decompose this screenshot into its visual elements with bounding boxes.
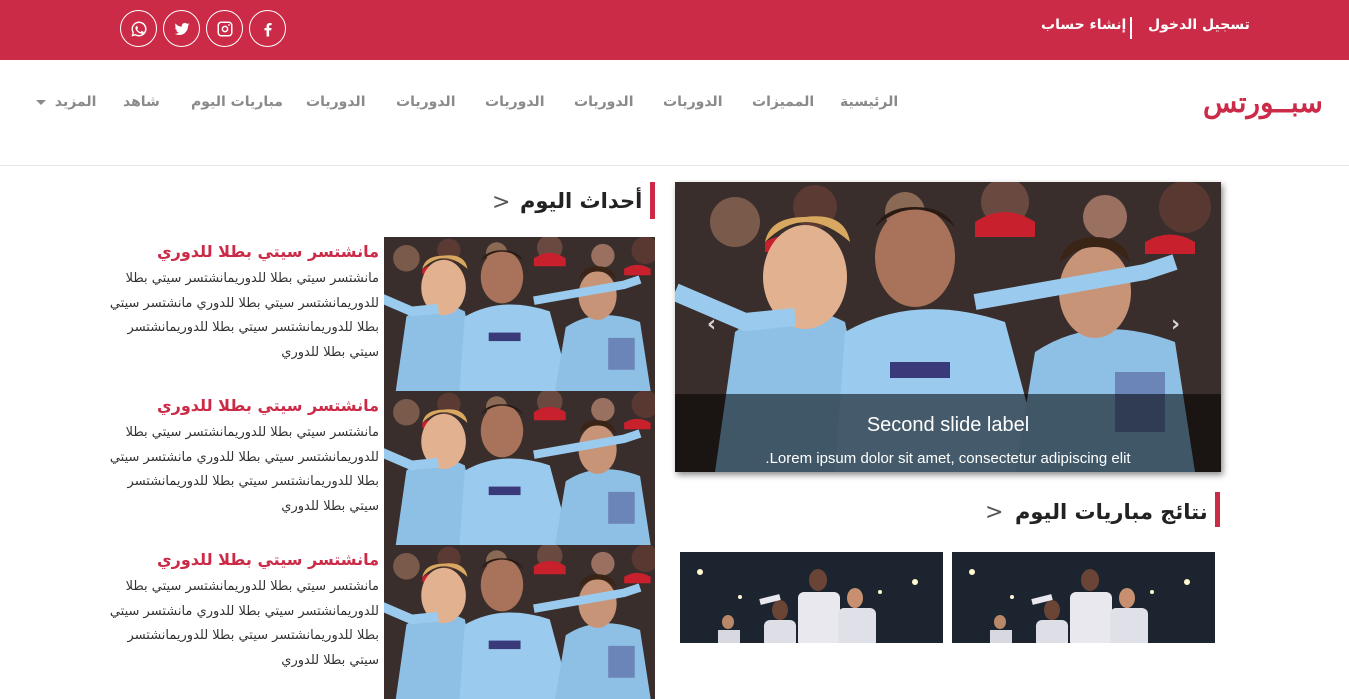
hero-carousel[interactable]: ‹ › Second slide label .Lorem ipsum dolo… <box>675 182 1221 472</box>
nav-item-leagues-1[interactable]: الدوريات <box>663 94 723 110</box>
nav-item-features[interactable]: المميزات <box>752 94 814 110</box>
nav-more-dropdown[interactable]: المزيد <box>36 94 96 110</box>
site-logo[interactable]: سبــورتس <box>1203 86 1323 119</box>
match-result-card[interactable] <box>952 552 1215 643</box>
nav-item-leagues-3[interactable]: الدوريات <box>485 94 545 110</box>
nav-item-leagues-2[interactable]: الدوريات <box>574 94 634 110</box>
nav-item-leagues-4[interactable]: الدوريات <box>396 94 456 110</box>
top-bar: تسجيل الدخول إنشاء حساب <box>0 0 1349 60</box>
match-result-card[interactable] <box>680 552 943 643</box>
section-accent-bar <box>1215 492 1220 527</box>
news-body: مانشتسر سيتي بطلا للدوريمانشتسر سيتي بطل… <box>109 271 379 360</box>
section-accent-bar <box>650 182 655 219</box>
facebook-icon[interactable] <box>249 10 286 47</box>
news-image[interactable] <box>384 237 655 391</box>
instagram-icon[interactable] <box>206 10 243 47</box>
today-events-chevron-icon[interactable]: > <box>492 190 510 215</box>
more-label: المزيد <box>54 94 97 110</box>
login-link[interactable]: تسجيل الدخول <box>1148 17 1250 33</box>
news-item[interactable]: مانشتسر سيتي بطلا للدوري مانشتسر سيتي بط… <box>110 237 655 391</box>
register-link[interactable]: إنشاء حساب <box>1041 17 1126 33</box>
main-navbar: سبــورتس الرئيسية المميزات الدوريات الدو… <box>0 60 1349 166</box>
carousel-caption-title: Second slide label <box>866 414 1030 436</box>
news-title[interactable]: مانشتسر سيتي بطلا للدوري <box>157 550 379 569</box>
news-item[interactable]: مانشتسر سيتي بطلا للدوري مانشتسر سيتي بط… <box>110 391 655 545</box>
news-image[interactable] <box>384 391 655 545</box>
carousel-next-icon[interactable]: › <box>1171 312 1180 337</box>
topbar-divider <box>1130 17 1132 39</box>
news-title[interactable]: مانشتسر سيتي بطلا للدوري <box>157 396 379 415</box>
whatsapp-icon[interactable] <box>120 10 157 47</box>
nav-item-today-matches[interactable]: مباريات اليوم <box>191 94 283 110</box>
nav-item-watch[interactable]: شاهد <box>123 94 160 110</box>
nav-item-leagues-5[interactable]: الدوريات <box>306 94 366 110</box>
match-results-chevron-icon[interactable]: > <box>985 500 1003 525</box>
carousel-prev-icon[interactable]: ‹ <box>707 312 716 337</box>
carousel-caption-text: .Lorem ipsum dolor sit amet, consectetur… <box>765 450 1131 467</box>
news-body: مانشتسر سيتي بطلا للدوريمانشتسر سيتي بطل… <box>109 579 379 668</box>
news-item[interactable]: مانشتسر سيتي بطلا للدوري مانشتسر سيتي بط… <box>110 545 655 699</box>
today-events-heading: أحداث اليوم <box>520 189 643 213</box>
chevron-down-icon <box>36 99 46 105</box>
news-title[interactable]: مانشتسر سيتي بطلا للدوري <box>157 242 379 261</box>
news-body: مانشتسر سيتي بطلا للدوريمانشتسر سيتي بطل… <box>109 425 379 514</box>
twitter-icon[interactable] <box>163 10 200 47</box>
match-results-heading: نتائج مباريات اليوم <box>1015 500 1208 524</box>
news-image[interactable] <box>384 545 655 699</box>
nav-item-home[interactable]: الرئيسية <box>840 94 898 110</box>
